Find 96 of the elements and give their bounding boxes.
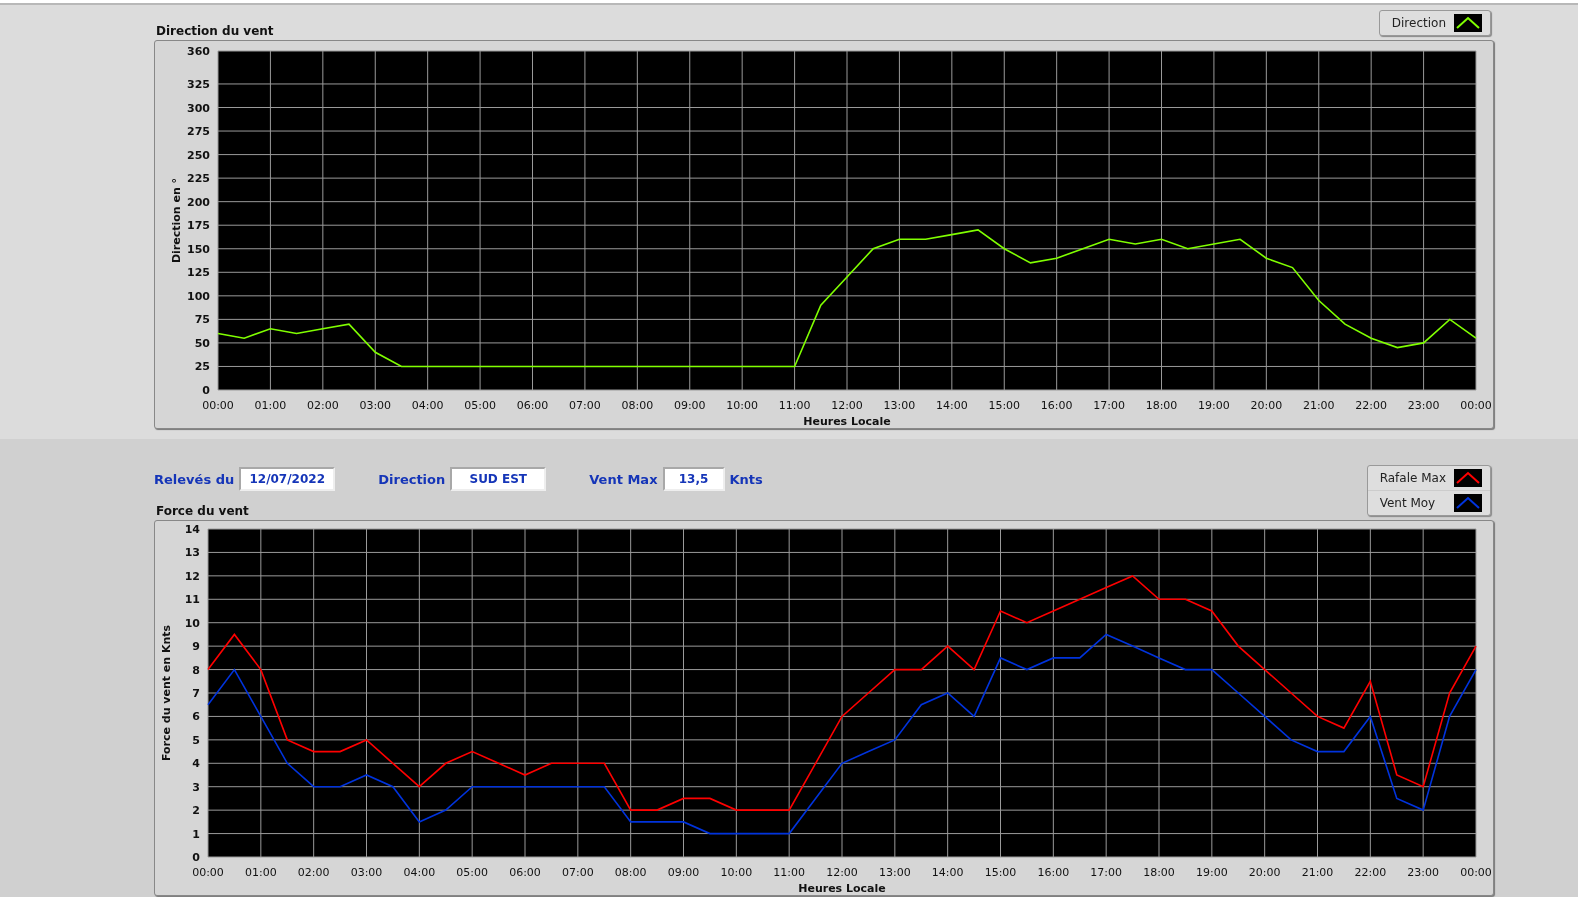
direction-label: Direction xyxy=(378,471,446,487)
x-tick-label: 20:00 xyxy=(1250,399,1283,412)
x-tick-label: 16:00 xyxy=(1037,866,1070,879)
x-axis-title: Heures Locale xyxy=(798,882,886,895)
x-tick-label: 22:00 xyxy=(1355,399,1387,412)
y-tick-label: 360 xyxy=(187,45,210,58)
y-tick-label: 12 xyxy=(184,569,200,583)
x-tick-label: 10:00 xyxy=(726,399,758,412)
x-tick-label: 22:00 xyxy=(1354,866,1387,879)
x-tick-label: 19:00 xyxy=(1196,866,1228,879)
max-wind-field: 13,5 xyxy=(662,467,725,491)
legend-label: Direction xyxy=(1391,16,1446,30)
x-tick-label: 04:00 xyxy=(411,399,444,412)
y-tick-label: 11 xyxy=(184,593,200,607)
x-tick-label: 13:00 xyxy=(879,866,911,879)
y-tick-label: 250 xyxy=(187,148,210,162)
x-tick-label: 21:00 xyxy=(1302,399,1335,412)
y-tick-label: 10 xyxy=(184,616,200,630)
x-tick-label: 21:00 xyxy=(1301,866,1334,879)
y-tick-label: 9 xyxy=(192,640,200,654)
x-tick-label: 01:00 xyxy=(254,399,287,412)
x-tick-label: 00:00 xyxy=(192,866,224,879)
x-tick-label: 09:00 xyxy=(673,399,706,412)
date-label: Relevés du xyxy=(154,471,235,487)
y-tick-label: 325 xyxy=(187,77,210,91)
y-tick-label: 1 xyxy=(192,827,200,841)
y-tick-label: 125 xyxy=(187,266,210,280)
x-tick-label: 15:00 xyxy=(988,399,1021,412)
x-tick-label: 23:00 xyxy=(1407,399,1440,412)
x-tick-label: 12:00 xyxy=(831,399,863,412)
x-tick-label: 15:00 xyxy=(984,866,1017,879)
y-tick-label: 0 xyxy=(202,384,210,397)
x-tick-label: 02:00 xyxy=(307,399,339,412)
x-tick-label: 16:00 xyxy=(1040,399,1073,412)
x-tick-label: 07:00 xyxy=(562,866,594,879)
y-tick-label: 175 xyxy=(187,219,210,233)
y-axis-title: Force du vent en Knts xyxy=(160,624,173,762)
x-tick-label: 01:00 xyxy=(245,866,277,879)
y-tick-label: 75 xyxy=(194,313,210,327)
x-tick-label: 20:00 xyxy=(1248,866,1281,879)
y-tick-label: 6 xyxy=(192,710,200,724)
x-tick-label: 09:00 xyxy=(667,866,700,879)
x-tick-label: 03:00 xyxy=(359,399,392,412)
x-tick-label: 11:00 xyxy=(778,399,811,412)
y-tick-label: 100 xyxy=(187,289,210,303)
legend-label: Vent Moy xyxy=(1379,496,1436,510)
x-tick-label: 05:00 xyxy=(456,866,488,879)
x-tick-label: 05:00 xyxy=(464,399,496,412)
x-tick-label: 06:00 xyxy=(516,399,549,412)
x-tick-label: 18:00 xyxy=(1145,399,1178,412)
x-tick-label: 03:00 xyxy=(350,866,383,879)
x-tick-label: 06:00 xyxy=(509,866,541,879)
x-tick-label: 02:00 xyxy=(297,866,330,879)
unit-label: Knts xyxy=(729,471,763,487)
y-axis-title: Direction en ° xyxy=(170,177,183,264)
x-tick-label: 08:00 xyxy=(614,866,647,879)
direction-field: SUD EST xyxy=(450,467,547,491)
x-tick-label: 13:00 xyxy=(883,399,916,412)
x-tick-label: 11:00 xyxy=(773,866,805,879)
y-tick-label: 7 xyxy=(192,687,200,700)
chart-title: Force du vent xyxy=(155,504,250,520)
x-tick-label: 12:00 xyxy=(826,866,858,879)
x-tick-label: 17:00 xyxy=(1093,399,1125,412)
y-tick-label: 225 xyxy=(187,172,210,186)
x-tick-label: 18:00 xyxy=(1143,866,1175,879)
chart-title: Direction du vent xyxy=(155,24,274,40)
y-tick-label: 0 xyxy=(192,851,200,864)
y-tick-label: 8 xyxy=(192,663,200,677)
date-field: 12/07/2022 xyxy=(239,467,336,491)
y-tick-label: 2 xyxy=(192,804,200,818)
legend-label: Rafale Max xyxy=(1379,471,1446,485)
y-tick-label: 3 xyxy=(192,780,200,794)
max-wind-label: Vent Max xyxy=(589,471,658,487)
y-tick-label: 25 xyxy=(194,360,210,374)
x-tick-label: 14:00 xyxy=(936,399,968,412)
y-tick-label: 4 xyxy=(192,757,200,771)
x-tick-label: 00:00 xyxy=(202,399,234,412)
y-tick-label: 50 xyxy=(194,336,210,350)
y-tick-label: 13 xyxy=(184,546,200,560)
x-tick-label: 04:00 xyxy=(403,866,436,879)
x-tick-label: 00:00 xyxy=(1460,399,1492,412)
y-tick-label: 200 xyxy=(187,195,210,209)
y-tick-label: 300 xyxy=(187,101,210,115)
x-tick-label: 08:00 xyxy=(621,399,654,412)
x-tick-label: 07:00 xyxy=(569,399,601,412)
x-tick-label: 17:00 xyxy=(1090,866,1122,879)
x-tick-label: 23:00 xyxy=(1407,866,1439,879)
x-tick-label: 19:00 xyxy=(1198,399,1230,412)
x-tick-label: 14:00 xyxy=(931,866,964,879)
x-axis-title: Heures Locale xyxy=(803,415,891,428)
x-tick-label: 00:00 xyxy=(1460,866,1492,879)
y-tick-label: 275 xyxy=(187,125,210,139)
y-tick-label: 150 xyxy=(187,242,210,256)
y-tick-label: 14 xyxy=(184,523,200,536)
y-tick-label: 5 xyxy=(192,733,200,747)
x-tick-label: 10:00 xyxy=(720,866,753,879)
